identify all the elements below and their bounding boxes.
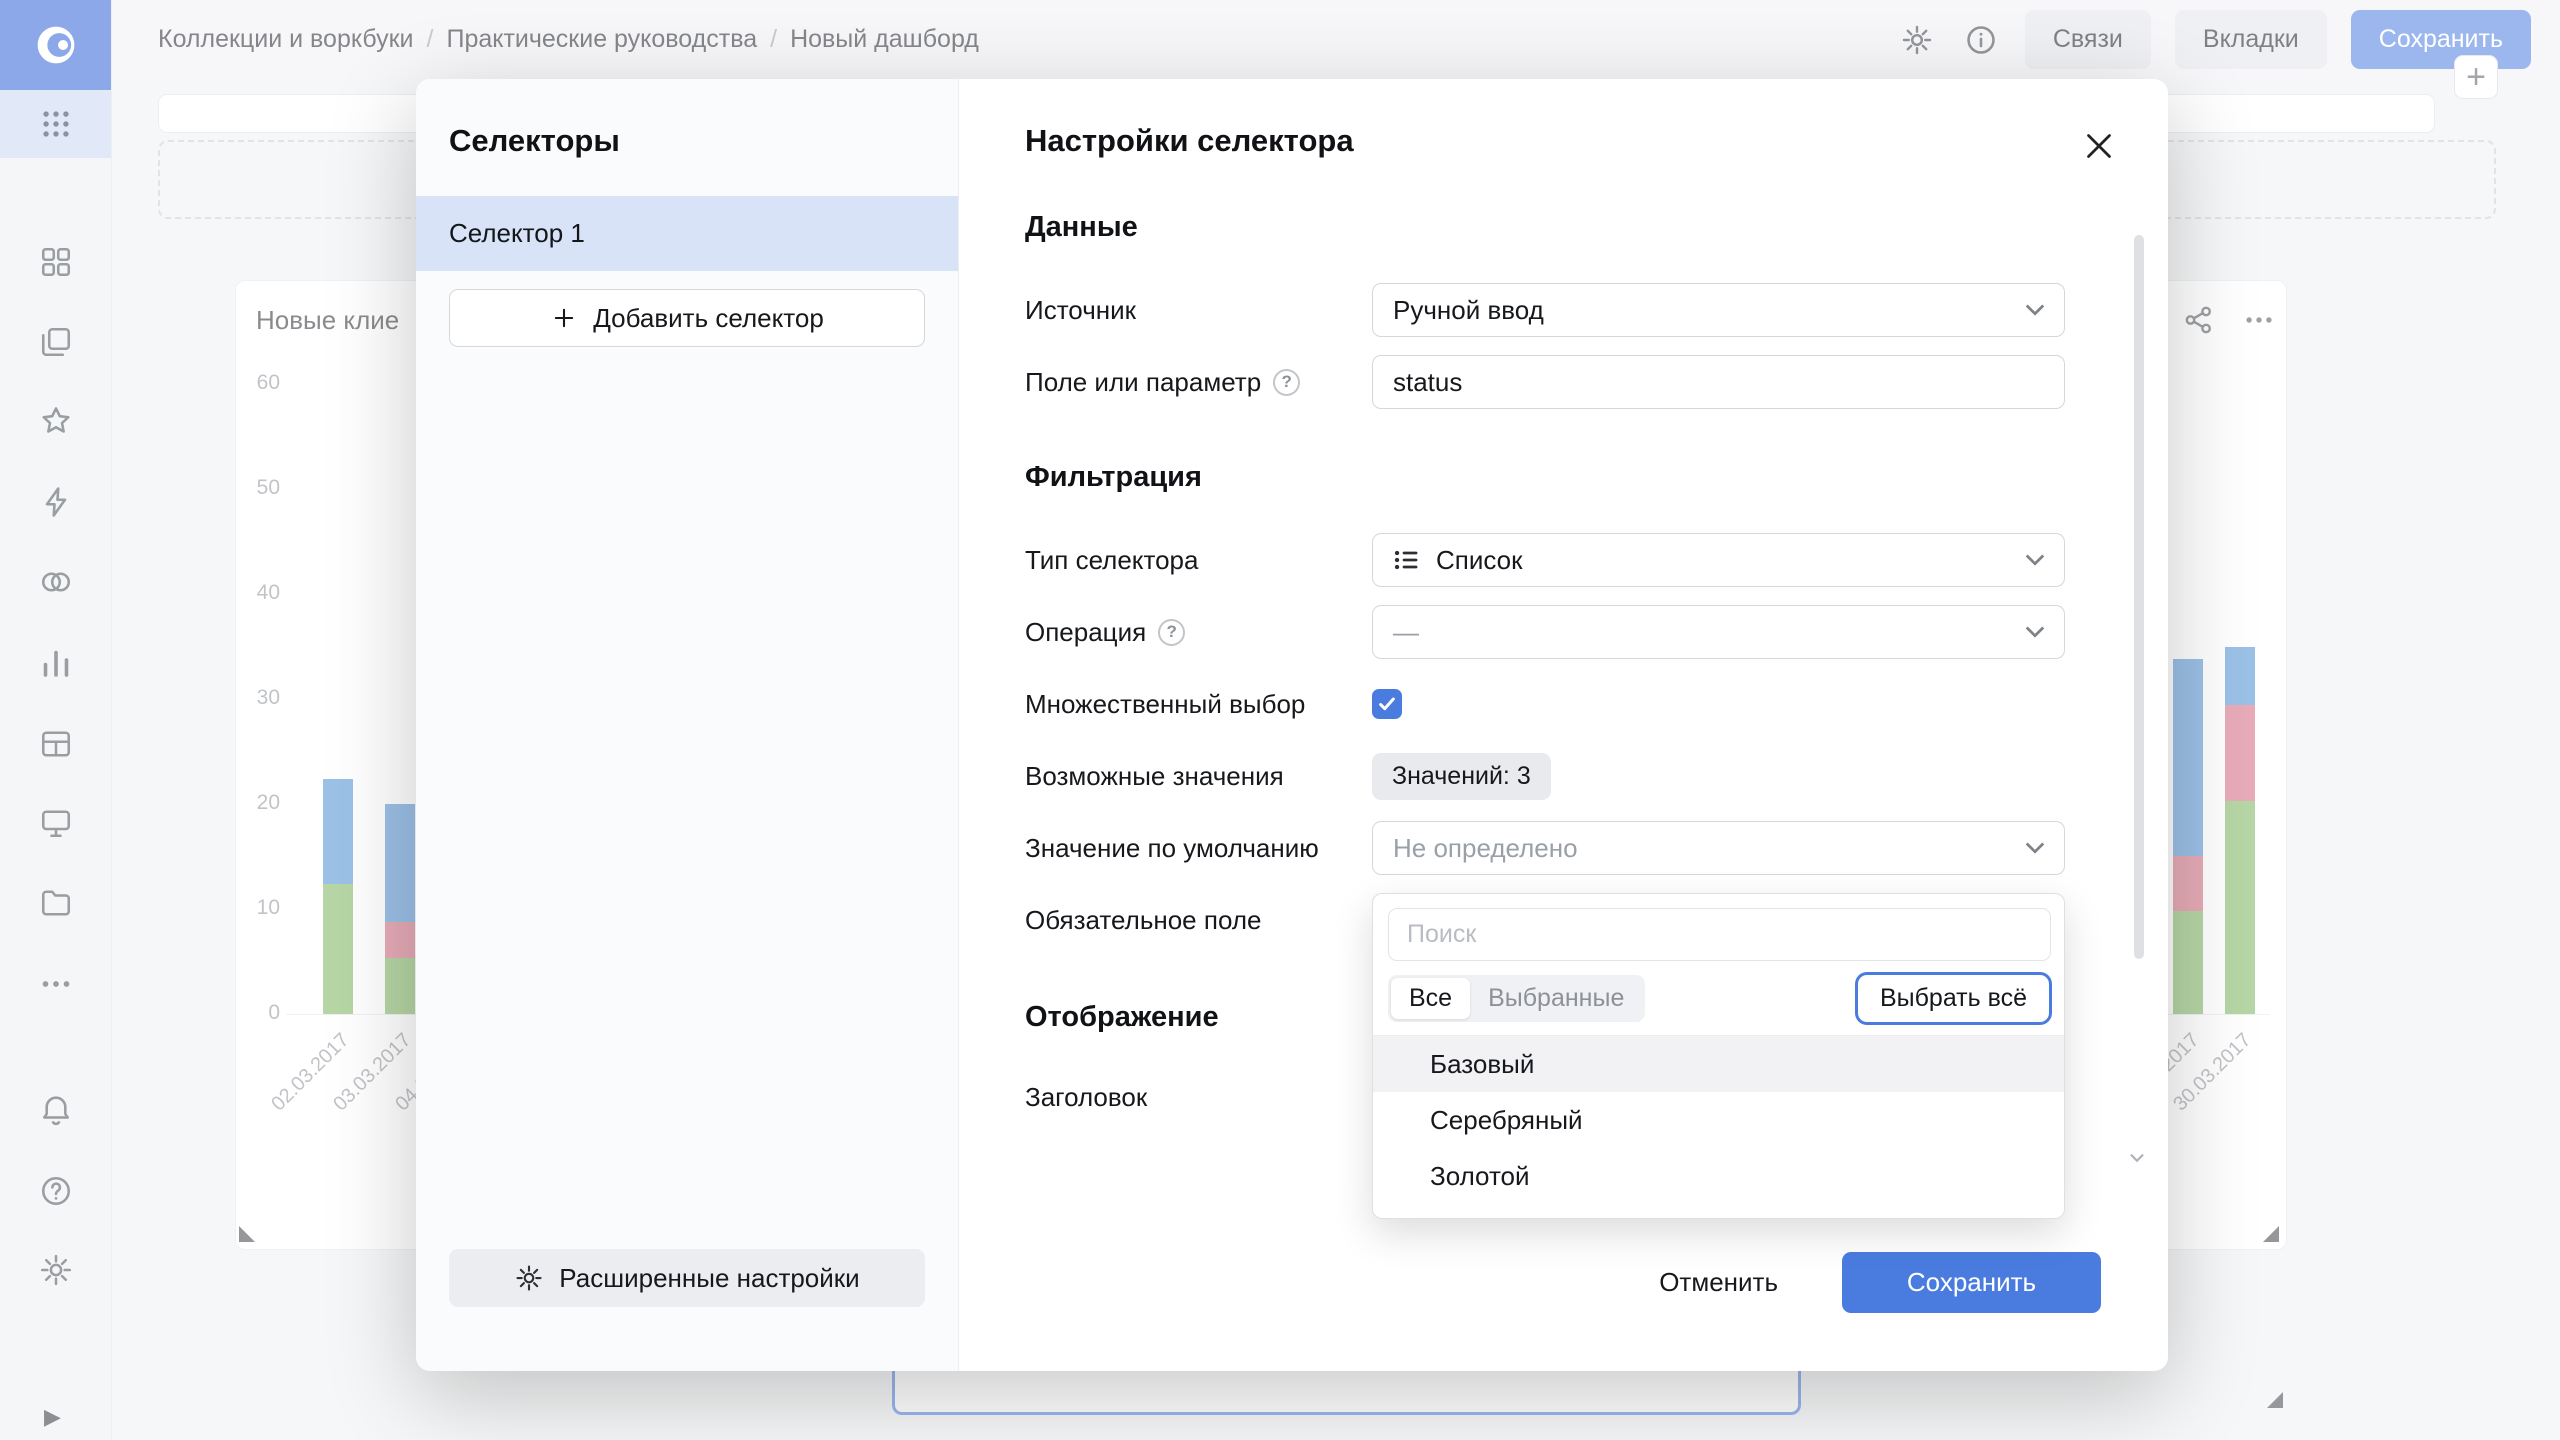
option-item[interactable]: Золотой	[1373, 1148, 2064, 1204]
multi-select-row: Множественный выбор	[1025, 677, 2065, 731]
tab-all[interactable]: Все	[1391, 978, 1470, 1019]
selector-list-item[interactable]: Селектор 1	[416, 196, 958, 271]
title-label: Заголовок	[1025, 1082, 1372, 1113]
help-question-icon[interactable]: ?	[1158, 619, 1185, 646]
multi-select-checkbox[interactable]	[1372, 689, 1402, 719]
source-value: Ручной ввод	[1393, 295, 1544, 326]
selector-type-label: Тип селектора	[1025, 545, 1372, 576]
selector-type-select[interactable]: Список	[1372, 533, 2065, 587]
scrollbar-thumb[interactable]	[2134, 235, 2144, 959]
field-row: Поле или параметр ?	[1025, 355, 2065, 409]
close-icon[interactable]	[2081, 128, 2117, 164]
save-selector-button[interactable]: Сохранить	[1842, 1252, 2101, 1313]
section-filter: Фильтрация	[1025, 460, 2168, 494]
operation-value: —	[1393, 617, 1419, 648]
source-label: Источник	[1025, 295, 1372, 326]
chevron-down-icon	[2020, 833, 2050, 863]
selectors-panel-title: Селекторы	[416, 79, 958, 159]
dialog-footer: Отменить Сохранить	[1639, 1252, 2101, 1313]
dropdown-options-list: Базовый Серебряный Золотой	[1373, 1035, 2064, 1204]
list-icon	[1393, 546, 1421, 574]
field-input[interactable]	[1372, 355, 2065, 409]
possible-values-row: Возможные значения Значений: 3	[1025, 749, 2065, 803]
operation-select[interactable]: —	[1372, 605, 2065, 659]
field-label: Поле или параметр ?	[1025, 367, 1372, 398]
section-data: Данные	[1025, 210, 2168, 244]
scrollbar-down-arrow[interactable]	[2126, 1147, 2148, 1169]
values-count-chip[interactable]: Значений: 3	[1372, 753, 1551, 800]
operation-label-text: Операция	[1025, 617, 1146, 648]
chevron-down-icon	[2020, 545, 2050, 575]
multi-select-label: Множественный выбор	[1025, 689, 1372, 720]
chevron-down-icon	[2020, 617, 2050, 647]
add-selector-label: Добавить селектор	[593, 303, 824, 334]
default-value-label: Значение по умолчанию	[1025, 833, 1372, 864]
advanced-settings-label: Расширенные настройки	[559, 1263, 859, 1294]
default-value-dropdown: Все Выбранные Выбрать всё Базовый Серебр…	[1372, 893, 2065, 1219]
tab-selected[interactable]: Выбранные	[1470, 978, 1642, 1019]
help-question-icon[interactable]: ?	[1273, 369, 1300, 396]
option-item[interactable]: Базовый	[1373, 1036, 2064, 1092]
selector-type-value: Список	[1436, 545, 1523, 576]
field-label-text: Поле или параметр	[1025, 367, 1261, 398]
plus-icon	[550, 304, 578, 332]
selector-type-row: Тип селектора Список	[1025, 533, 2065, 587]
selector-settings-dialog: Селекторы Селектор 1 Добавить селектор Р…	[416, 79, 2168, 1371]
source-row: Источник Ручной ввод	[1025, 283, 2065, 337]
dropdown-filter-tabs: Все Выбранные Выбрать всё	[1388, 975, 2049, 1022]
possible-values-label: Возможные значения	[1025, 761, 1372, 792]
cancel-button[interactable]: Отменить	[1639, 1252, 1798, 1313]
check-icon	[1376, 693, 1398, 715]
settings-title: Настройки селектора	[1025, 123, 2168, 159]
default-value-row: Значение по умолчанию Не определено	[1025, 821, 2065, 875]
default-value-select[interactable]: Не определено	[1372, 821, 2065, 875]
default-value-placeholder: Не определено	[1393, 833, 1578, 864]
tabs-track: Все Выбранные	[1388, 975, 1645, 1022]
gear-icon	[514, 1263, 544, 1293]
advanced-settings-button[interactable]: Расширенные настройки	[449, 1249, 925, 1307]
source-select[interactable]: Ручной ввод	[1372, 283, 2065, 337]
required-field-label: Обязательное поле	[1025, 905, 1372, 936]
operation-label: Операция ?	[1025, 617, 1372, 648]
chevron-down-icon	[2020, 295, 2050, 325]
selectors-panel: Селекторы Селектор 1 Добавить селектор Р…	[416, 79, 959, 1371]
option-item[interactable]: Серебряный	[1373, 1092, 2064, 1148]
select-all-button[interactable]: Выбрать всё	[1858, 975, 2049, 1022]
operation-row: Операция ? —	[1025, 605, 2065, 659]
dropdown-search-input[interactable]	[1388, 908, 2051, 961]
add-selector-button[interactable]: Добавить селектор	[449, 289, 925, 347]
